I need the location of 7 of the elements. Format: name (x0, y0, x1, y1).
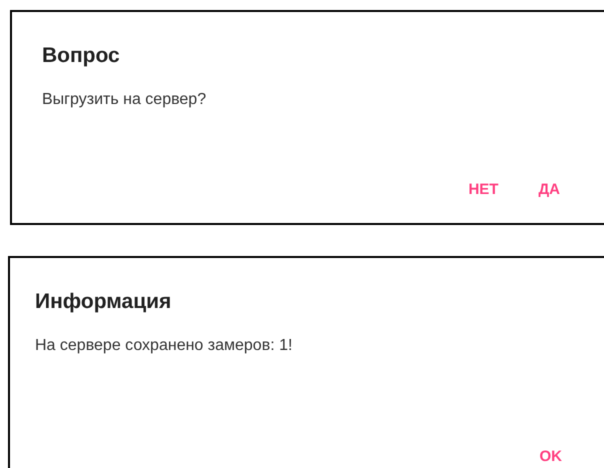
dialog-message: Выгрузить на сервер? (42, 90, 208, 110)
dialog-button[interactable]: НЕТ (458, 172, 508, 207)
dialog-title: Вопрос (42, 43, 121, 69)
dialog-button[interactable]: ДА (528, 172, 570, 207)
dialog-title: Информация (35, 289, 172, 315)
dialog-message: На сервере сохранено замеров: 1! (35, 336, 294, 356)
dialog-button[interactable]: OK (530, 440, 572, 468)
